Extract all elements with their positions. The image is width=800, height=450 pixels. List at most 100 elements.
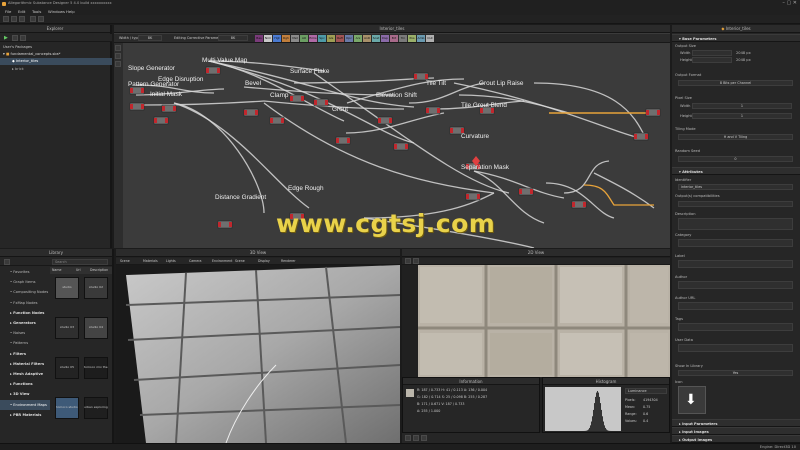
view3d-menu-item[interactable]: Scene (235, 258, 245, 265)
channel-button-amb[interactable]: Amb (417, 35, 425, 42)
column-url[interactable]: Url (76, 267, 81, 274)
channel-button-ani[interactable]: Ani (354, 35, 362, 42)
node-grout-lip-raise[interactable]: Grout Lip Raise (479, 80, 523, 87)
play-icon[interactable]: ▶ (4, 35, 8, 41)
identifier-field[interactable]: interior_tiles (678, 184, 793, 190)
node-multi-value-map[interactable]: Multi Value Map (202, 57, 247, 64)
node-separation-mask[interactable]: Separation Mask (461, 164, 509, 171)
view3d-menu-item[interactable]: Lights (166, 258, 176, 265)
library-category[interactable]: • Noises (0, 328, 50, 338)
graph-node[interactable] (243, 108, 259, 117)
graph-node[interactable] (465, 192, 481, 201)
icon-slot[interactable]: ⬇ (678, 386, 706, 414)
menu-tools[interactable]: Tools (32, 8, 41, 15)
quality-select[interactable]: 8K (218, 35, 248, 41)
view3d-menu-item[interactable]: Display (258, 258, 270, 265)
node-slope-generator[interactable]: Slope Generator (128, 65, 175, 72)
graph-node[interactable] (313, 98, 329, 107)
view2d-tool-icon[interactable] (405, 258, 411, 264)
channel-button-brt[interactable]: Brt (390, 35, 398, 42)
channel-b-icon[interactable] (421, 435, 427, 441)
graph-node[interactable] (217, 220, 233, 229)
node-initial-mask[interactable]: Initial Mask (150, 91, 182, 98)
view3d-menu-item[interactable]: Renderer (281, 258, 296, 265)
explorer-new-icon[interactable] (12, 35, 18, 41)
tiling-mode-select[interactable]: H and V Tiling (678, 134, 793, 140)
output-images-header[interactable]: ▸ Output Images (672, 435, 800, 443)
package-item[interactable]: ▾ ■ fundamental_concepts.sbs* (3, 52, 60, 56)
attribute-field[interactable] (678, 260, 793, 268)
menu-help[interactable]: Help (66, 8, 75, 15)
graph-link[interactable] (143, 100, 265, 106)
attribute-field[interactable] (678, 281, 793, 289)
graph-node[interactable] (335, 136, 351, 145)
channel-button-gls[interactable]: Gls (327, 35, 335, 42)
histogram-mode-select[interactable]: Luminance (625, 388, 667, 394)
library-category[interactable]: • Favorites (0, 267, 50, 277)
channel-button-ao[interactable]: AO (300, 35, 308, 42)
view3d-menu-item[interactable]: Scene (120, 258, 130, 265)
channel-r-icon[interactable] (405, 435, 411, 441)
graph-link-output[interactable] (583, 184, 654, 206)
channel-button-nrm[interactable]: Nrm (264, 35, 272, 42)
library-category[interactable]: • Graph Items (0, 277, 50, 287)
channel-button-met[interactable]: Met (291, 35, 299, 42)
graph-node[interactable] (518, 187, 534, 196)
node-edge-rough[interactable]: Edge Rough (288, 185, 324, 192)
graph-link[interactable] (533, 82, 647, 140)
graph-node[interactable] (269, 116, 285, 125)
graph-node[interactable] (633, 132, 649, 141)
library-add-icon[interactable] (4, 259, 10, 265)
graph-node[interactable] (571, 200, 587, 209)
node-edge-disruption[interactable]: Edge Disruption (158, 76, 203, 83)
channel-button-bas[interactable]: Bas (255, 35, 263, 42)
graph-link[interactable] (408, 82, 485, 104)
channel-button-anr[interactable]: AnR (363, 35, 371, 42)
node-distance-gradient[interactable]: Distance Gradient (215, 194, 266, 201)
channel-button-spc[interactable]: Spc (318, 35, 326, 42)
node-tile-grout-blend[interactable]: Tile Grout Blend (461, 102, 507, 109)
attribute-field[interactable] (678, 239, 793, 247)
pixel-size-height-field[interactable]: 1 (692, 113, 792, 119)
attribute-field[interactable] (678, 344, 793, 352)
resource-item[interactable]: ▸ brick (12, 67, 24, 71)
library-category[interactable]: ▸ Function Nodes (0, 308, 50, 318)
save-icon[interactable] (19, 16, 25, 22)
output-size-height-field[interactable] (692, 57, 732, 63)
graph-node[interactable] (129, 86, 145, 95)
graph-link[interactable] (263, 102, 495, 194)
view3d-menu-item[interactable]: Materials (143, 258, 158, 265)
attribute-field[interactable] (678, 218, 793, 230)
library-category[interactable]: ▸ PBR Materials (0, 410, 50, 420)
node-elevation-shift[interactable]: Elevation Shift (376, 92, 417, 99)
graph-node[interactable] (205, 66, 221, 75)
undo-icon[interactable] (30, 16, 36, 22)
base-parameters-header[interactable]: ▾ Base Parameters (672, 34, 800, 42)
channel-button-hgt[interactable]: Hgt (273, 35, 281, 42)
graph-node[interactable] (153, 116, 169, 125)
attribute-field[interactable] (678, 302, 793, 310)
library-category[interactable]: • Patterns (0, 338, 50, 348)
graph-node[interactable] (413, 72, 429, 81)
pixel-size-width-field[interactable]: 1 (692, 103, 792, 109)
width-select[interactable]: 8K (138, 35, 162, 41)
library-search-input[interactable]: Search (52, 259, 108, 265)
menu-edit[interactable]: Edit (18, 8, 25, 15)
random-seed-field[interactable]: 0 (678, 156, 793, 162)
window-controls[interactable]: – ▢ ✕ (782, 0, 797, 6)
library-category[interactable]: ▸ Generators (0, 318, 50, 328)
library-category[interactable]: ▸ Functions (0, 379, 50, 389)
node-grout[interactable]: Grout (332, 106, 348, 113)
view3d-viewport[interactable] (116, 265, 400, 443)
redo-icon[interactable] (38, 16, 44, 22)
library-category[interactable]: • Environment Maps (0, 399, 50, 410)
node-clamp[interactable]: Clamp (270, 92, 288, 99)
library-category[interactable]: • Compositing Nodes (0, 287, 50, 297)
attributes-header[interactable]: ▾ Attributes (672, 167, 800, 175)
output-size-width-field[interactable] (692, 50, 732, 56)
node-surface-flake[interactable]: Surface Flake (290, 68, 329, 75)
channel-button-trn[interactable]: Trn (399, 35, 407, 42)
menu-file[interactable]: File (5, 8, 11, 15)
graph-node[interactable] (645, 108, 661, 117)
column-description[interactable]: Description (90, 267, 108, 274)
